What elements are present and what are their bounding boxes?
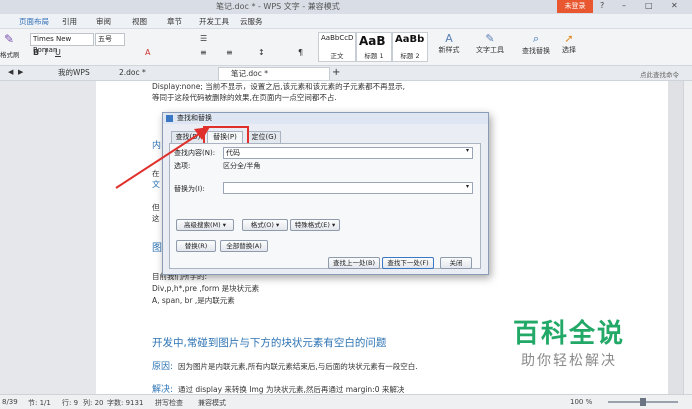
- style-heading-1[interactable]: AaB 标题 1: [356, 32, 392, 62]
- replace-dropdown-icon[interactable]: ▾: [466, 183, 469, 190]
- line-spacing-icon[interactable]: ↕: [258, 48, 265, 57]
- reason-label: 原因:: [152, 362, 174, 372]
- window-title: 笔记.doc * - WPS 文字 - 兼容模式: [216, 2, 340, 11]
- vertical-scrollbar[interactable]: [683, 81, 692, 394]
- menu-bar: 页面布局 引用 审阅 视图 章节 开发工具 云服务: [0, 14, 692, 29]
- underline-button[interactable]: U: [55, 48, 61, 57]
- paragraph-line: 等同于这段代码被删除的效果,在页面内一点空间都不占.: [152, 93, 337, 102]
- reason-text: 因为图片是内联元素,所有内联元素结束后,与后面的块状元素有一段空白.: [178, 362, 418, 371]
- document-tab-bar: ◀ ▶ 我的WPS 2.doc * 笔记.doc * + 点此查找命令: [0, 66, 692, 81]
- text-tools-button[interactable]: ✎ 文字工具: [472, 32, 508, 55]
- new-tab-button[interactable]: +: [332, 67, 340, 78]
- text-fragment: 但: [152, 203, 160, 212]
- ribbon: ✎ 格式刷 Times New Roman 五号 B I U A ☰ ≡ ≡ ↕…: [0, 29, 692, 66]
- paragraph-mark-icon[interactable]: ¶: [298, 48, 303, 57]
- align-center-icon[interactable]: ≡: [226, 48, 233, 57]
- find-dropdown-icon[interactable]: ▾: [466, 147, 469, 154]
- format-painter-icon[interactable]: ✎: [4, 32, 14, 46]
- status-compat: 兼容模式: [198, 399, 226, 407]
- section-heading: 开发中,常碰到图片与下方的块状元素有空白的问题: [152, 337, 387, 349]
- menu-developer[interactable]: 开发工具: [199, 16, 229, 27]
- minimize-icon[interactable]: –: [622, 1, 626, 10]
- tab-scroll-left-icon[interactable]: ◀: [8, 68, 13, 76]
- find-input[interactable]: 代码: [223, 147, 473, 159]
- new-style-button[interactable]: A 新样式: [434, 32, 464, 55]
- cursor-icon: ➚: [564, 32, 574, 45]
- text-fragment: 这: [152, 214, 160, 223]
- status-section: 节: 1/1: [28, 399, 51, 407]
- paragraph-line: Div,p,h*,pre ,form 是块状元素: [152, 284, 260, 293]
- paragraph-line: Display:none; 当前不显示，设置之后,该元素和该元素的子元素都不再显…: [152, 82, 406, 91]
- status-col: 列: 20: [83, 399, 104, 407]
- paragraph-line: A, span, br ,是内联元素: [152, 296, 235, 305]
- tab-2-doc[interactable]: 2.doc *: [107, 67, 199, 79]
- menu-view[interactable]: 视图: [132, 16, 147, 27]
- replace-input[interactable]: [223, 182, 473, 194]
- style-normal[interactable]: AaBbCcD 正文: [318, 32, 356, 62]
- magnifier-icon: ⌕: [532, 32, 540, 45]
- find-replace-button[interactable]: ⌕ 查找替换: [518, 32, 554, 56]
- command-search-field[interactable]: 点此查找命令: [640, 69, 679, 79]
- italic-button[interactable]: I: [45, 48, 47, 57]
- maximize-icon[interactable]: □: [645, 1, 653, 10]
- tab-notes-doc[interactable]: 笔记.doc *: [218, 67, 330, 80]
- status-row: 行: 9: [62, 399, 79, 407]
- watermark-logo: 百科全说 助你轻松解决: [505, 303, 665, 381]
- watermark-title: 百科全说: [513, 319, 626, 349]
- options-value: 区分全/半角: [223, 162, 261, 170]
- zoom-level: 100 %: [570, 398, 593, 406]
- find-next-button[interactable]: 查找下一处(F): [382, 257, 434, 269]
- advanced-search-button[interactable]: 高级搜索(M) ▾: [176, 219, 234, 231]
- list-icon[interactable]: ☰: [200, 34, 207, 43]
- select-button[interactable]: ➚ 选择: [556, 32, 582, 55]
- tab-my-wps[interactable]: 我的WPS: [46, 67, 110, 79]
- find-previous-button[interactable]: 查找上一处(B): [328, 257, 380, 269]
- status-bar: 8/39 节: 1/1 行: 9 列: 20 字数: 9131 拼写检查 兼容模…: [0, 394, 692, 409]
- zoom-slider-handle[interactable]: [640, 398, 646, 406]
- status-spellcheck[interactable]: 拼写检查: [155, 398, 183, 408]
- menu-page-layout[interactable]: 页面布局: [19, 16, 49, 27]
- menu-cloud[interactable]: 云服务: [240, 16, 263, 27]
- status-words: 字数: 9131: [107, 399, 144, 407]
- watermark-subtitle: 助你轻松解决: [521, 353, 617, 369]
- close-icon[interactable]: ✕: [671, 1, 678, 10]
- navigation-pane: [0, 81, 96, 394]
- menu-references[interactable]: 引用: [62, 16, 77, 27]
- align-left-icon[interactable]: ≡: [200, 48, 207, 57]
- tab-scroll-right-icon[interactable]: ▶: [18, 68, 23, 76]
- special-format-button[interactable]: 特殊格式(E) ▾: [290, 219, 340, 231]
- style-heading-2[interactable]: AaBb 标题 2: [392, 32, 428, 62]
- status-page: 8/39: [2, 398, 18, 406]
- font-name-field[interactable]: Times New Roman: [30, 33, 94, 54]
- format-button[interactable]: 格式(O) ▾: [242, 219, 288, 231]
- annotation-arrow: [115, 127, 210, 189]
- menu-chapter[interactable]: 章节: [167, 16, 182, 27]
- bold-button[interactable]: B: [33, 48, 39, 57]
- close-button[interactable]: 关闭: [440, 257, 472, 269]
- format-painter-label: 格式刷: [0, 51, 20, 59]
- font-size-field[interactable]: 五号: [95, 33, 125, 46]
- title-bar: 笔记.doc * - WPS 文字 - 兼容模式 未登录 ? – □ ✕: [0, 0, 692, 14]
- replace-button[interactable]: 替换(R): [176, 240, 216, 252]
- replace-all-button[interactable]: 全部替换(A): [220, 240, 268, 252]
- font-color-icon[interactable]: A: [145, 48, 150, 57]
- heading-fragment: 图: [152, 243, 162, 254]
- help-icon[interactable]: ?: [600, 1, 604, 10]
- menu-review[interactable]: 审阅: [96, 16, 111, 27]
- login-button[interactable]: 未登录: [557, 0, 593, 13]
